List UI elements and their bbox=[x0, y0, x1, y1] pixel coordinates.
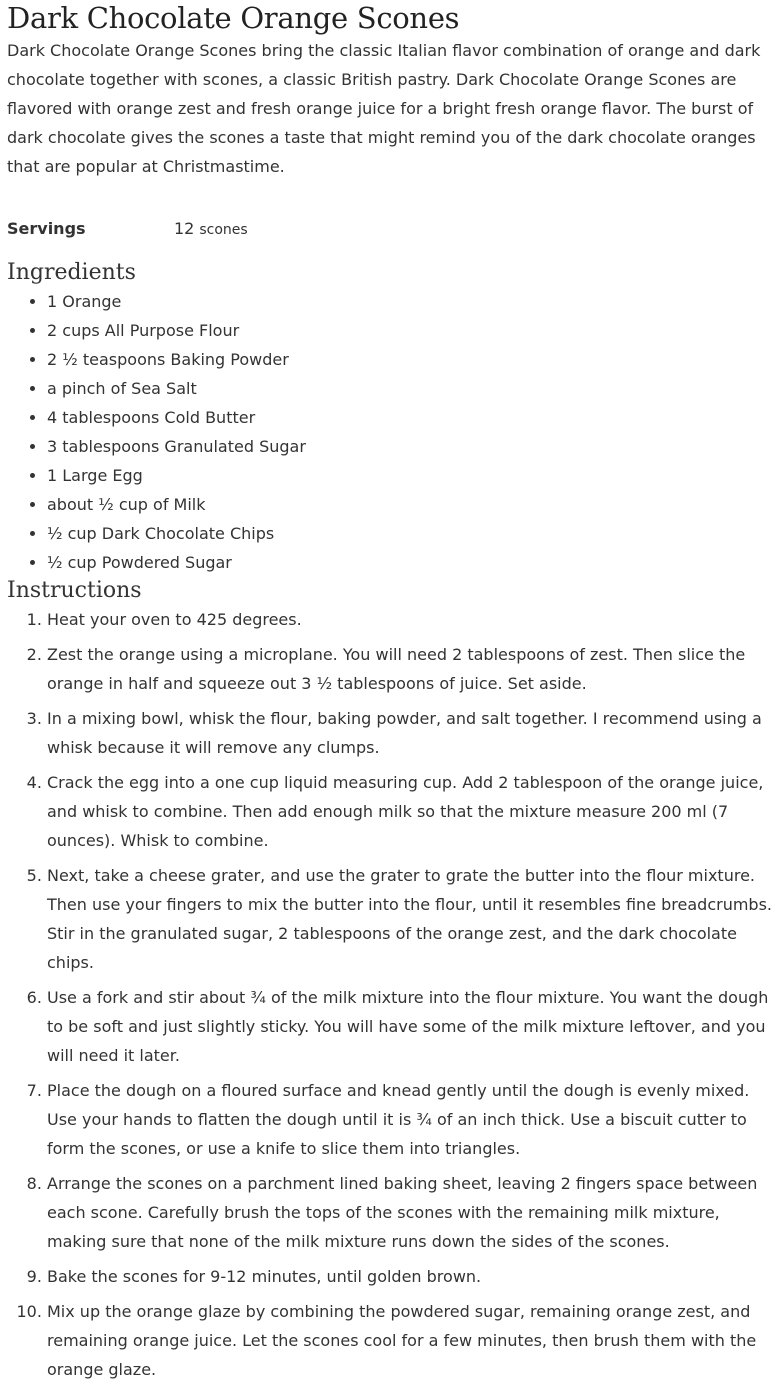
recipe-card: Dark Chocolate Orange Scones Dark Chocol… bbox=[0, 0, 780, 1384]
ingredients-heading: Ingredients bbox=[7, 260, 136, 285]
servings-row: Servings 12 scones bbox=[7, 214, 772, 243]
instruction-step: Bake the scones for 9-12 minutes, until … bbox=[47, 1262, 772, 1291]
ingredient-item: a pinch of Sea Salt bbox=[47, 374, 772, 403]
instruction-step: Zest the orange using a microplane. You … bbox=[47, 640, 772, 698]
recipe-description: Dark Chocolate Orange Scones bring the c… bbox=[7, 41, 761, 176]
ingredients-list: 1 Orange 2 cups All Purpose Flour 2 ½ te… bbox=[7, 287, 772, 577]
ingredient-item: 3 tablespoons Granulated Sugar bbox=[47, 432, 772, 461]
servings-label: Servings bbox=[7, 219, 86, 238]
instructions-heading: Instructions bbox=[7, 578, 142, 603]
instruction-step: Next, take a cheese grater, and use the … bbox=[47, 861, 772, 977]
servings-unit: scones bbox=[199, 222, 248, 238]
servings-amount: 12 bbox=[174, 219, 195, 238]
instruction-step: Crack the egg into a one cup liquid meas… bbox=[47, 768, 772, 855]
ingredient-item: ½ cup Dark Chocolate Chips bbox=[47, 519, 772, 548]
instruction-step: Place the dough on a floured surface and… bbox=[47, 1076, 772, 1163]
instruction-step: Mix up the orange glaze by combining the… bbox=[47, 1297, 772, 1384]
instruction-step: Arrange the scones on a parchment lined … bbox=[47, 1169, 772, 1256]
ingredient-item: 2 cups All Purpose Flour bbox=[47, 316, 772, 345]
instruction-step: In a mixing bowl, whisk the flour, bakin… bbox=[47, 704, 772, 762]
ingredient-item: 4 tablespoons Cold Butter bbox=[47, 403, 772, 432]
ingredient-item: ½ cup Powdered Sugar bbox=[47, 548, 772, 577]
ingredient-item: about ½ cup of Milk bbox=[47, 490, 772, 519]
instruction-step: Heat your oven to 425 degrees. bbox=[47, 605, 772, 634]
instructions-list: Heat your oven to 425 degrees. Zest the … bbox=[7, 605, 772, 1384]
ingredient-item: 1 Orange bbox=[47, 287, 772, 316]
recipe-title: Dark Chocolate Orange Scones bbox=[7, 1, 460, 35]
ingredient-item: 2 ½ teaspoons Baking Powder bbox=[47, 345, 772, 374]
ingredient-item: 1 Large Egg bbox=[47, 461, 772, 490]
instruction-step: Use a fork and stir about ¾ of the milk … bbox=[47, 983, 772, 1070]
